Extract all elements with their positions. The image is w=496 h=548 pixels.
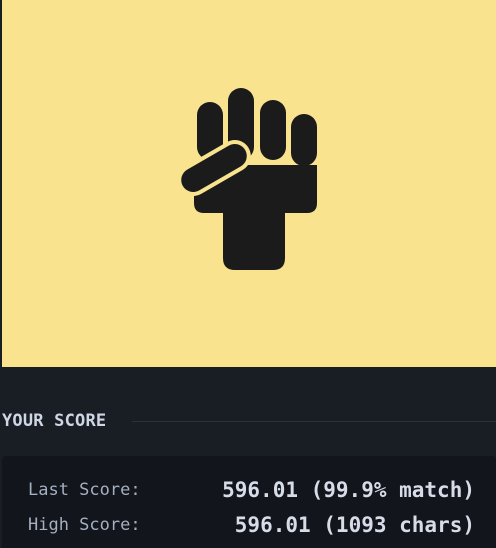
last-score-row: Last Score: 596.01 (99.9% match) [28,476,475,504]
preview-panel [0,0,496,367]
high-score-row: High Score: 596.01 (1093 chars) [28,511,475,539]
fist-icon [177,88,317,270]
high-score-value: 596.01 (1093 chars) [234,513,475,537]
score-section-title: YOUR SCORE [2,411,107,431]
score-card: Last Score: 596.01 (99.9% match) High Sc… [2,456,496,548]
last-score-value: 596.01 (99.9% match) [222,478,475,502]
last-score-label: Last Score: [28,480,141,500]
section-divider [132,420,496,422]
preview-canvas [2,0,496,367]
high-score-label: High Score: [28,515,141,535]
score-section-header: YOUR SCORE [2,407,496,435]
